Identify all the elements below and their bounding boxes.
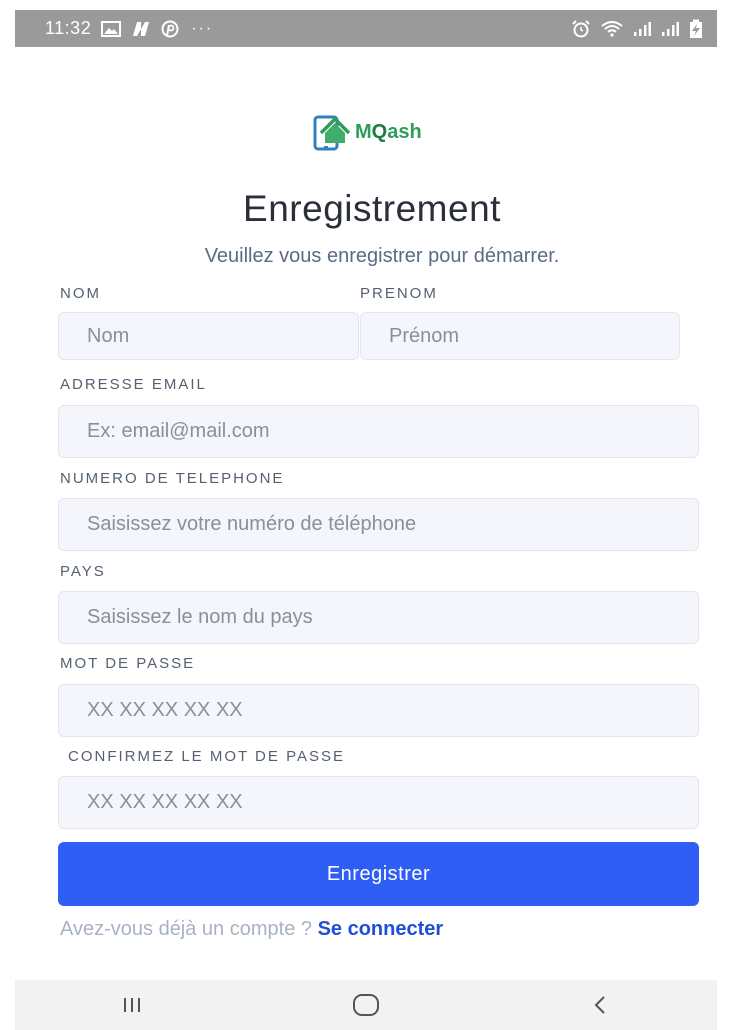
prenom-input[interactable] [360,312,680,360]
logo-text-q: Q [371,120,388,143]
house-phone-logo-icon [311,111,353,153]
logo-text: MQash [355,121,422,144]
home-icon [353,994,379,1016]
status-bar: 11:32 ··· [15,10,717,47]
status-left: 11:32 ··· [45,18,213,39]
wifi-icon [601,20,623,37]
country-input[interactable] [58,591,699,644]
prenom-label: PRENOM [360,285,438,302]
login-link[interactable]: Se connecter [318,918,444,940]
recent-apps-button[interactable] [92,985,172,1025]
pinterest-icon [161,20,179,38]
email-input[interactable] [58,405,699,458]
page-title: Enregistrement [243,188,501,229]
status-right [571,19,703,39]
home-button[interactable] [326,985,406,1025]
phone-label: NUMERO DE TELEPHONE [60,470,285,487]
alarm-icon [571,19,591,38]
gallery-icon [101,20,122,37]
system-nav-bar [15,980,717,1030]
nom-label: NOM [60,285,101,302]
more-notifications-icon: ··· [191,19,214,37]
login-prompt-text: Avez-vous déjà un compte ? [60,918,318,940]
battery-charging-icon [689,19,703,39]
confirm-password-input[interactable] [58,776,699,829]
back-icon [594,996,605,1014]
register-button[interactable]: Enregistrer [58,842,699,906]
nom-input[interactable] [58,312,359,360]
phone-input[interactable] [58,498,699,551]
password-input[interactable] [58,684,699,737]
back-button[interactable] [560,985,640,1025]
news-app-icon [131,21,151,37]
logo-text-m: M [355,120,372,143]
mqash-logo: MQash [311,108,461,156]
status-time: 11:32 [45,18,92,38]
page-subtitle: Veuillez vous enregistrer pour démarrer. [204,245,560,267]
login-prompt: Avez-vous déjà un compte ? Se connecter [60,918,443,941]
password-label: MOT DE PASSE [60,655,196,672]
recent-apps-icon [124,998,140,1012]
signal-icon-1 [633,21,651,37]
signal-icon-2 [661,21,679,37]
logo-text-rest: ash [387,120,422,143]
country-label: PAYS [60,563,106,580]
email-label: ADRESSE EMAIL [60,376,207,393]
confirm-password-label: CONFIRMEZ LE MOT DE PASSE [68,748,345,765]
